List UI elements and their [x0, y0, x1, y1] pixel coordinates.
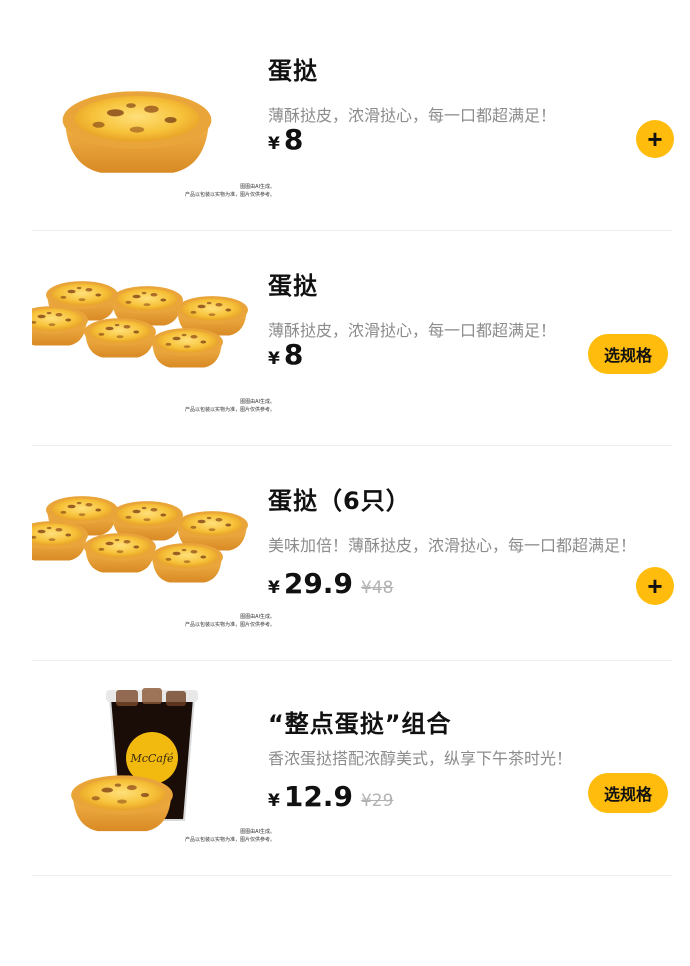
- item-description: 薄酥挞皮，浓滑挞心，每一口都超满足！: [268, 321, 557, 340]
- item-description: 薄酥挞皮，浓滑挞心，每一口都超满足！: [268, 106, 557, 125]
- item-description: 香浓蛋挞搭配浓醇美式，纵享下午茶时光！: [268, 749, 573, 768]
- single-egg-tart-image: [32, 25, 257, 205]
- original-price: ¥29: [360, 791, 394, 811]
- item-title: 蛋挞: [268, 57, 318, 85]
- currency-symbol: ¥: [268, 134, 280, 154]
- currency-symbol: ¥: [268, 791, 280, 811]
- item-price: ¥ 12.9 ¥29: [268, 780, 393, 813]
- add-to-cart-button[interactable]: +: [636, 120, 674, 158]
- price-value: 12.9: [283, 780, 353, 813]
- menu-item[interactable]: 图图由AI生成。 产品以包装以实物为准，图片仅供参考。 蛋挞 薄酥挞皮，浓滑挞心…: [32, 15, 674, 231]
- six-egg-tarts-image: [32, 240, 257, 420]
- item-title: “整点蛋挞”组合: [268, 710, 452, 738]
- price-value: 8: [283, 338, 304, 371]
- image-disclaimer: 图图由AI生成。 产品以包装以实物为准，图片仅供参考。: [184, 829, 275, 843]
- image-disclaimer: 图图由AI生成。 产品以包装以实物为准，图片仅供参考。: [184, 184, 275, 198]
- currency-symbol: ¥: [268, 349, 280, 369]
- menu-item[interactable]: McCafé 图图由AI生成。 产品以包装以实物为准，图片仅供参考。 “整点蛋挞…: [32, 660, 672, 876]
- item-price: ¥ 29.9 ¥48: [268, 567, 393, 600]
- six-egg-tarts-image: [32, 455, 257, 635]
- choose-spec-button[interactable]: 选规格: [588, 334, 668, 374]
- item-description: 美味加倍！薄酥挞皮，浓滑挞心，每一口都超满足！: [268, 536, 637, 555]
- add-to-cart-button[interactable]: +: [636, 567, 674, 605]
- item-title: 蛋挞（6只）: [268, 487, 411, 515]
- mccafe-logo: McCafé: [130, 752, 174, 765]
- image-disclaimer: 图图由AI生成。 产品以包装以实物为准，图片仅供参考。: [184, 614, 275, 628]
- menu-item[interactable]: 图图由AI生成。 产品以包装以实物为准，图片仅供参考。 蛋挞（6只） 美味加倍！…: [32, 445, 674, 661]
- price-value: 29.9: [283, 567, 353, 600]
- price-value: 8: [283, 123, 304, 156]
- choose-spec-button[interactable]: 选规格: [588, 773, 668, 813]
- currency-symbol: ¥: [268, 578, 280, 598]
- item-price: ¥ 8: [268, 338, 303, 371]
- item-title: 蛋挞: [268, 272, 318, 300]
- menu-item[interactable]: 图图由AI生成。 产品以包装以实物为准，图片仅供参考。 蛋挞 薄酥挞皮，浓滑挞心…: [32, 230, 672, 446]
- egg-tart-coffee-combo-image: McCafé: [32, 670, 257, 850]
- original-price: ¥48: [360, 578, 394, 598]
- image-disclaimer: 图图由AI生成。 产品以包装以实物为准，图片仅供参考。: [184, 399, 275, 413]
- item-price: ¥ 8: [268, 123, 303, 156]
